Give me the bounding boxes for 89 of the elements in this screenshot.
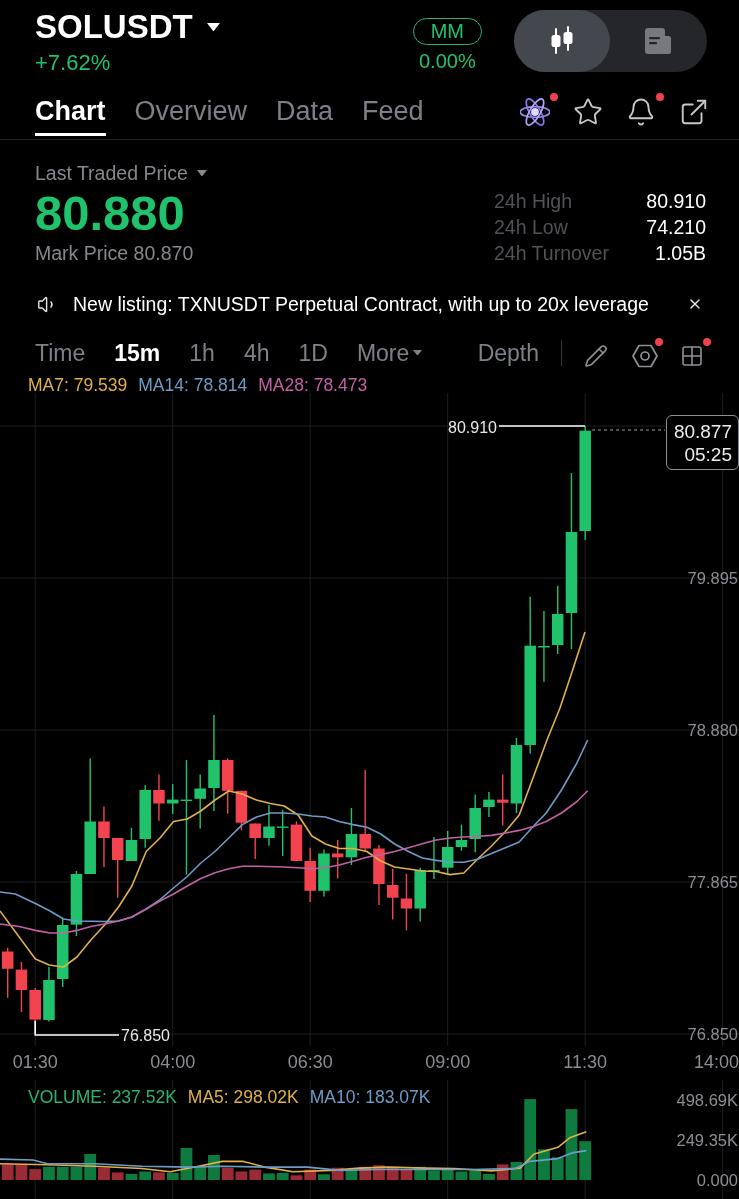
volume-axis-label: 498.69K [676, 1091, 738, 1109]
external-link-icon [679, 97, 709, 127]
price-change: +7.62% [35, 50, 111, 76]
last-price-value: 80.877 [673, 419, 732, 443]
time-axis-label: 01:30 [12, 1052, 58, 1072]
volume-bar [469, 1170, 482, 1180]
volume-indicator-label: VOLUME: 237.52K [28, 1087, 177, 1107]
candlestick [290, 820, 303, 862]
time-axis-label: 11:30 [563, 1052, 608, 1072]
candlestick [249, 822, 261, 860]
candlestick [414, 867, 426, 923]
more-dropdown[interactable]: More [356, 338, 423, 367]
indicator-label: MA14: 78.814 [138, 377, 248, 393]
candle-countdown: 05:25 [684, 442, 732, 466]
candlestick [98, 805, 110, 868]
low-price-label: 76.850 [121, 1026, 170, 1044]
candlestick [235, 790, 248, 832]
caret-icon [206, 22, 220, 32]
candlestick [318, 848, 330, 898]
candlestick [1, 947, 14, 999]
stat-label: 24h High [494, 189, 573, 214]
candlestick [263, 804, 275, 847]
candlestick [428, 836, 440, 880]
last-price: 80.880 [35, 185, 185, 241]
newspaper-icon [645, 28, 671, 54]
stat-label: 24h Turnover [494, 241, 609, 266]
interval-tab[interactable]: 1D [298, 338, 328, 367]
price-axis-label: 76.850 [687, 1025, 738, 1043]
time-axis-label: 09:00 [425, 1052, 471, 1072]
volume-bar [428, 1170, 440, 1180]
candlestick [276, 809, 289, 857]
high-price-label: 80.910 [448, 418, 497, 436]
price-axis-label: 78.880 [687, 721, 738, 739]
indicator-label: MA7: 79.539 [28, 377, 128, 393]
candlestick [373, 844, 385, 906]
tab[interactable]: Overview [134, 95, 248, 136]
bell-icon [626, 97, 656, 127]
volume-indicator-label: MA10: 183.07K [309, 1087, 431, 1107]
tool-button[interactable] [680, 337, 711, 368]
volume-indicator-label: MA5: 298.02K [187, 1087, 299, 1107]
caret-icon [196, 169, 207, 177]
indicator-label: MA28: 78.473 [258, 377, 368, 393]
star-icon [573, 97, 603, 127]
volume-bar [139, 1171, 152, 1180]
caret-icon [413, 349, 423, 356]
candlestick [43, 966, 55, 1023]
volume-bar [345, 1169, 358, 1180]
pencil-icon [584, 343, 608, 368]
grid-icon [680, 343, 704, 368]
mark-price: Mark Price 80.870 [35, 241, 194, 265]
candlestick-icon [549, 26, 575, 56]
candlestick [56, 918, 69, 988]
time-axis-label: 04:00 [150, 1052, 196, 1072]
price-axis-label: 79.895 [687, 569, 738, 587]
volume-bar [373, 1165, 385, 1180]
interval-tab[interactable]: 4h [243, 338, 270, 367]
candlestick [304, 847, 316, 903]
hexagon-icon [632, 343, 658, 368]
candlestick [15, 961, 28, 1013]
time-axis-label: 06:30 [287, 1052, 333, 1072]
candlestick [386, 868, 399, 921]
interval-tab[interactable]: 1h [189, 338, 215, 367]
price-axis-label: 77.865 [687, 873, 738, 891]
volume-bar [43, 1166, 55, 1180]
stat-value: 80.910 [646, 189, 706, 214]
atom-icon [520, 97, 550, 127]
tab[interactable]: Chart [35, 95, 106, 136]
stat-value: 1.05B [655, 241, 706, 266]
tab[interactable]: Data [276, 95, 334, 136]
volume-bar [455, 1171, 468, 1180]
tool-button[interactable] [632, 337, 663, 368]
tab[interactable]: Feed [362, 95, 424, 136]
stat-label: 24h Low [494, 215, 568, 240]
depth-button[interactable]: Depth [477, 338, 539, 367]
interval-tab[interactable]: Time [35, 338, 86, 367]
volume-bar [56, 1166, 69, 1180]
candlestick [400, 873, 413, 932]
interval-tab[interactable]: 15m [114, 338, 161, 367]
stat-value: 74.210 [646, 215, 706, 240]
toolbar-button[interactable] [626, 93, 664, 127]
volume-axis-label: 0.000 [696, 1171, 738, 1189]
volume-axis-label: 249.35K [676, 1131, 738, 1149]
price-type-dropdown[interactable]: Last Traded Price [35, 161, 207, 185]
mm-rate: 0.00% [418, 49, 476, 73]
volume-bar [400, 1169, 413, 1180]
symbol-selector[interactable]: SOLUSDT [35, 7, 220, 47]
toolbar-button[interactable] [520, 93, 558, 127]
time-axis-label: 14:00 [693, 1052, 739, 1072]
announcement-text: New listing: TXNUSDT Perpetual Contract, with up to 20x leverage [73, 292, 649, 316]
